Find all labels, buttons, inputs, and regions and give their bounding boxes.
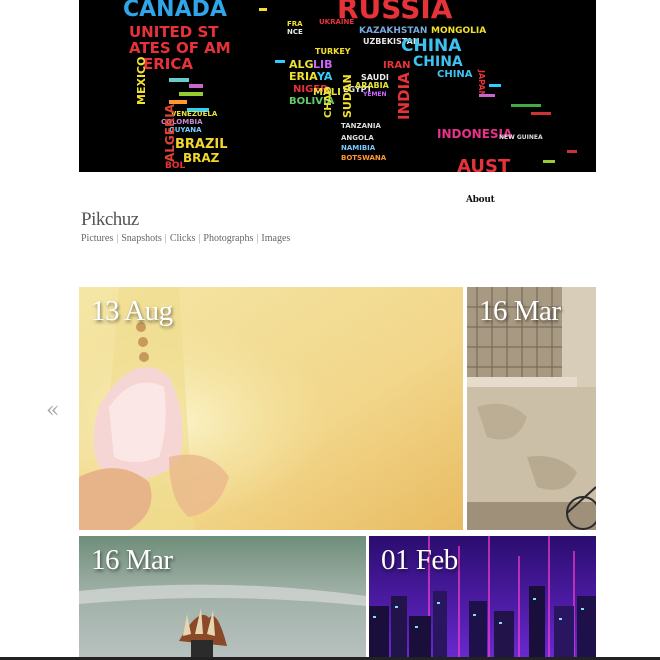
tag-pictures[interactable]: Pictures bbox=[81, 233, 113, 244]
svg-text:NAMIBIA: NAMIBIA bbox=[341, 144, 376, 152]
site-title[interactable]: Pikchuz bbox=[81, 209, 139, 231]
tag-photographs[interactable]: Photographs bbox=[203, 233, 253, 244]
svg-text:SUDAN: SUDAN bbox=[341, 74, 354, 118]
post-date: 16 Mar bbox=[479, 295, 561, 327]
svg-text:MONGOLIA: MONGOLIA bbox=[431, 26, 486, 36]
tag-separator: | bbox=[164, 233, 167, 244]
post-date: 16 Mar bbox=[91, 544, 173, 576]
svg-text:UKRAINE: UKRAINE bbox=[319, 18, 354, 26]
svg-text:TANZANIA: TANZANIA bbox=[341, 122, 381, 130]
svg-text:CHINA: CHINA bbox=[401, 36, 462, 56]
svg-text:CHINA: CHINA bbox=[413, 54, 463, 70]
svg-text:CHAD: CHAD bbox=[323, 86, 334, 118]
svg-text:VENEZUELA: VENEZUELA bbox=[171, 110, 218, 118]
site-tags: Pictures | Snapshots | Clicks | Photographs | Im… bbox=[81, 233, 290, 244]
svg-text:RUSSIA: RUSSIA bbox=[337, 0, 453, 25]
svg-text:BRAZIL: BRAZIL bbox=[175, 137, 228, 152]
svg-text:ERICA: ERICA bbox=[143, 55, 193, 73]
svg-text:CHINA: CHINA bbox=[437, 69, 473, 80]
gallery-post-tile[interactable]: 16 Mar bbox=[467, 287, 596, 530]
tag-separator: | bbox=[116, 233, 119, 244]
svg-text:NCE: NCE bbox=[287, 28, 303, 36]
gallery-post-tile[interactable]: 13 Aug bbox=[79, 287, 463, 530]
post-date: 13 Aug bbox=[91, 295, 173, 327]
tag-snapshots[interactable]: Snapshots bbox=[121, 233, 162, 244]
svg-text:AUST: AUST bbox=[457, 156, 511, 172]
svg-text:INDIA: INDIA bbox=[395, 72, 413, 120]
svg-text:ANGOLA: ANGOLA bbox=[341, 134, 374, 142]
tag-clicks[interactable]: Clicks bbox=[170, 233, 196, 244]
gallery-post-tile[interactable]: 16 Mar bbox=[79, 536, 366, 660]
svg-text:JAPAN: JAPAN bbox=[477, 69, 486, 97]
world-map-words-graphic: CANADA UNITED ST ATES OF AM ERICA MEXICO… bbox=[79, 0, 596, 172]
svg-text:MEXICO: MEXICO bbox=[135, 57, 148, 105]
tag-separator: | bbox=[256, 233, 259, 244]
svg-text:IRAN: IRAN bbox=[383, 60, 411, 71]
prev-page-arrow[interactable]: « bbox=[46, 400, 59, 422]
post-date: 01 Feb bbox=[381, 544, 458, 576]
page: CANADA UNITED ST ATES OF AM ERICA MEXICO… bbox=[0, 0, 660, 660]
svg-text:BRAZ: BRAZ bbox=[183, 151, 220, 165]
tag-separator: | bbox=[198, 233, 201, 244]
svg-text:ARABIA: ARABIA bbox=[355, 81, 390, 90]
svg-text:KAZAKHSTAN: KAZAKHSTAN bbox=[359, 26, 427, 36]
tag-images[interactable]: Images bbox=[261, 233, 290, 244]
svg-text:NEW GUINEA: NEW GUINEA bbox=[499, 134, 543, 141]
svg-text:ALGERIA: ALGERIA bbox=[163, 103, 177, 162]
svg-text:CANADA: CANADA bbox=[123, 0, 227, 22]
gallery-post-tile[interactable]: 01 Feb bbox=[369, 536, 596, 660]
nav-about-link[interactable]: About bbox=[466, 195, 495, 205]
svg-text:YEMEN: YEMEN bbox=[362, 91, 387, 98]
svg-text:FRA: FRA bbox=[287, 20, 303, 28]
header-banner-image[interactable]: CANADA UNITED ST ATES OF AM ERICA MEXICO… bbox=[79, 0, 596, 172]
svg-text:ERIA: ERIA bbox=[289, 70, 318, 83]
svg-text:BOTSWANA: BOTSWANA bbox=[341, 154, 387, 162]
svg-text:YA: YA bbox=[316, 70, 333, 83]
svg-text:TURKEY: TURKEY bbox=[315, 47, 351, 56]
